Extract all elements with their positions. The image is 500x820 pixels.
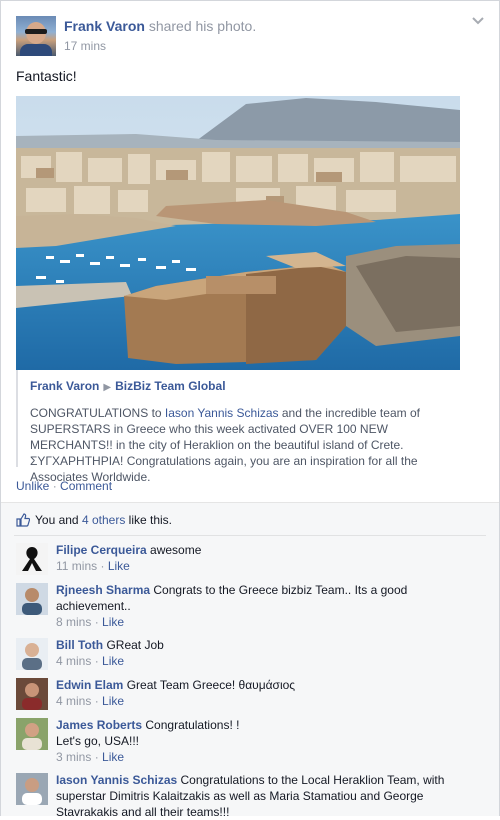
likers-link[interactable]: 4 others: [82, 513, 125, 527]
story-header: Frank Varon shared his photo. 17 mins: [16, 16, 484, 56]
comment-time[interactable]: 4 mins: [56, 694, 91, 708]
attachment-text: CONGRATULATIONS to Iason Yannis Schizas …: [30, 406, 420, 484]
story-actions: Unlike · Comment: [16, 479, 113, 493]
comment-body: Great Team Greece! θαυμάσιος: [126, 678, 296, 692]
divider: [14, 535, 486, 536]
comment-like-link[interactable]: Like: [102, 615, 124, 629]
unlike-link[interactable]: Unlike: [16, 479, 49, 493]
comment-like-link[interactable]: Like: [102, 750, 124, 764]
commenter-avatar[interactable]: [16, 638, 48, 670]
comment-time[interactable]: 3 mins: [56, 750, 91, 764]
commenter-name[interactable]: Edwin Elam: [56, 678, 123, 692]
story-action-text: shared his photo.: [148, 18, 257, 34]
attachment-source: Frank Varon ▶ BizBiz Team Global: [30, 379, 226, 393]
story-title: Frank Varon shared his photo.: [64, 18, 256, 34]
comment-like-link[interactable]: Like: [108, 559, 130, 573]
shared-post-attachment: Frank Varon ▶ BizBiz Team Global CONGRATUL…: [16, 370, 460, 484]
comment-link[interactable]: Comment: [60, 479, 112, 493]
commenter-avatar[interactable]: [16, 678, 48, 710]
comment-like-link[interactable]: Like: [102, 654, 124, 668]
commenter-avatar[interactable]: [16, 718, 48, 750]
comment-body: awesome: [150, 543, 202, 557]
author-name-link[interactable]: Frank Varon: [64, 18, 145, 34]
comment-body-line2: Let's go, USA!!!: [56, 734, 139, 748]
commenter-name[interactable]: Filipe Cerqueira: [56, 543, 147, 557]
comment-body: GReat Job: [106, 638, 164, 652]
shared-photo[interactable]: [16, 96, 460, 370]
comments-section: You and 4 others like this. Filipe Cerqu…: [1, 502, 499, 819]
comment-body: Congratulations! !: [145, 718, 240, 732]
comment-like-link[interactable]: Like: [102, 694, 124, 708]
arrow-right-icon: ▶: [103, 382, 112, 393]
story-timestamp[interactable]: 17 mins: [64, 39, 106, 53]
mention-link[interactable]: Iason Yannis Schizas: [165, 406, 279, 420]
commenter-avatar[interactable]: [16, 583, 48, 615]
comment-time[interactable]: 4 mins: [56, 654, 91, 668]
commenter-name[interactable]: James Roberts: [56, 718, 142, 732]
commenter-name[interactable]: Rjneesh Sharma: [56, 583, 150, 597]
source-author-link[interactable]: Frank Varon: [30, 379, 99, 393]
thumbs-up-icon: [16, 513, 30, 527]
commenter-avatar[interactable]: [16, 773, 48, 805]
chevron-down-icon[interactable]: [470, 14, 486, 28]
status-message: Fantastic!: [16, 68, 77, 84]
commenter-name[interactable]: Iason Yannis Schizas: [56, 773, 177, 787]
source-page-link[interactable]: BizBiz Team Global: [115, 379, 225, 393]
author-avatar[interactable]: [16, 16, 56, 56]
comment-time[interactable]: 8 mins: [56, 615, 91, 629]
comment-time[interactable]: 11 mins: [56, 559, 97, 573]
feed-story: Frank Varon shared his photo. 17 mins Fa…: [0, 0, 500, 819]
commenter-avatar[interactable]: [16, 543, 48, 575]
commenter-name[interactable]: Bill Toth: [56, 638, 103, 652]
